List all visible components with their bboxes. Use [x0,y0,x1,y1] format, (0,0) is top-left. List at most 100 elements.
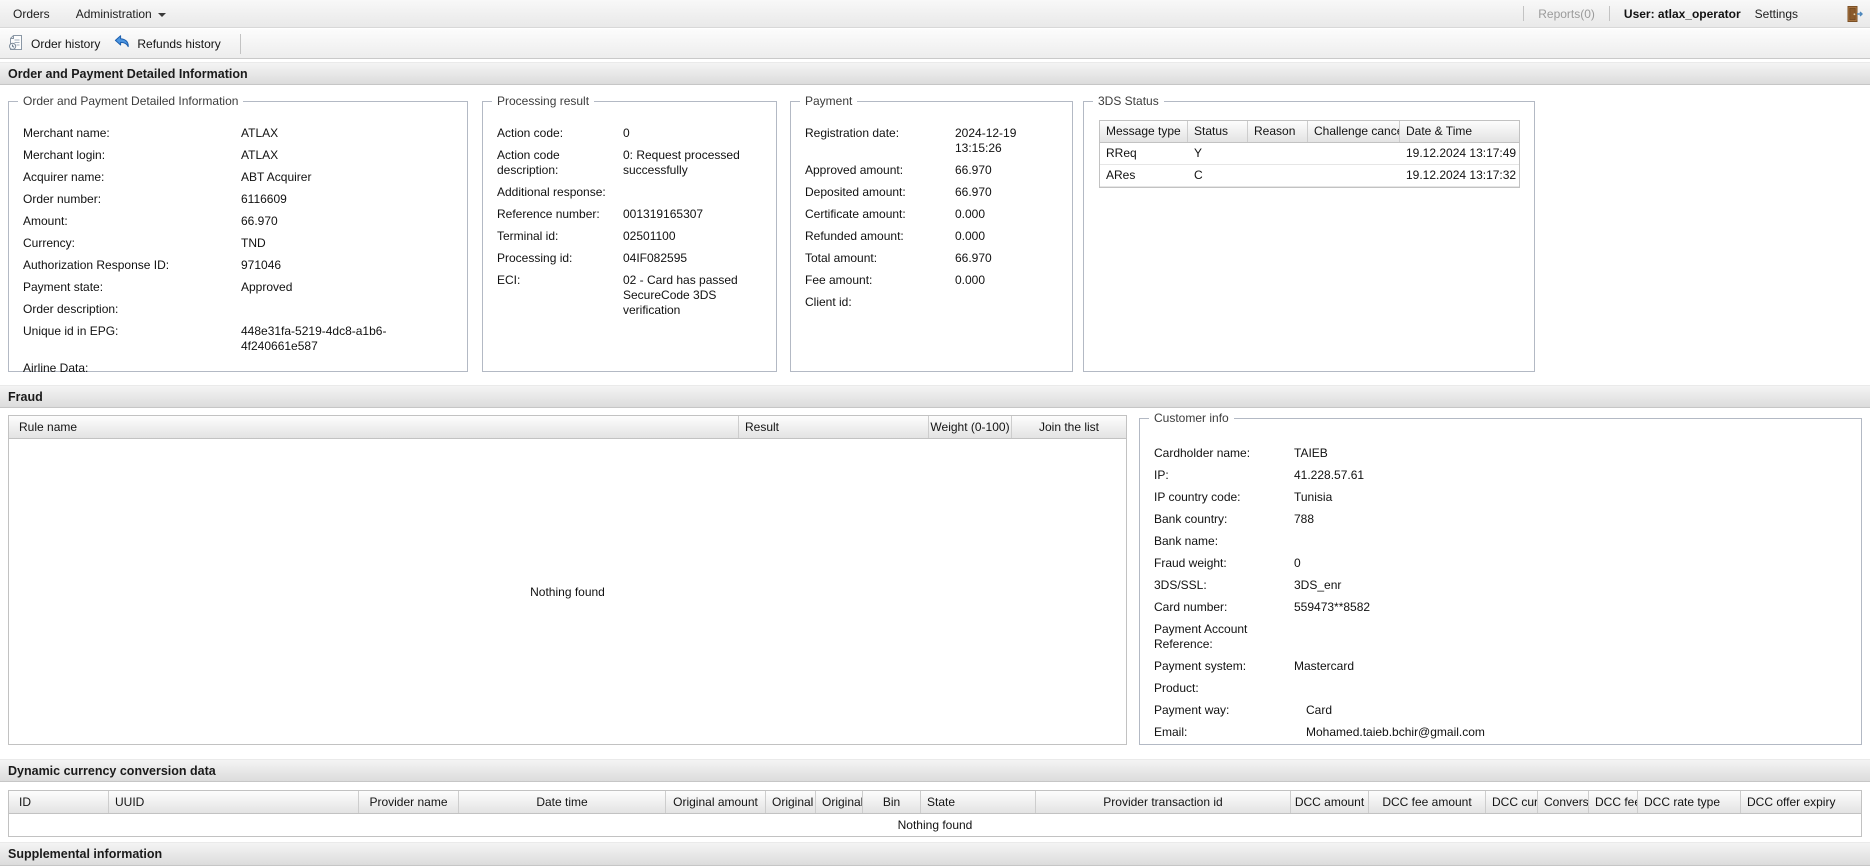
column-header: DCC fee amount [1369,791,1486,813]
field-value: 0 [1294,556,1301,570]
field-value: 66.970 [955,163,992,177]
field-row: Fee amount: 0.000 [791,273,1072,288]
field-value: 66.970 [955,185,992,199]
column-header: Date time [459,791,666,813]
column-header: DCC offer expiry [1747,795,1836,809]
chevron-down-icon [157,12,166,17]
field-label: Fee amount: [805,273,873,287]
field-row: Merchant name: ATLAX [9,126,467,141]
order-history-label: Order history [31,36,101,51]
column-header: Message type [1100,121,1188,142]
field-row: Payment state: Approved [9,280,467,295]
field-row: Email: Mohamed.taieb.bchir@gmail.com [1140,725,1861,740]
field-value: 02 - Card has passed SecureCode 3DS veri… [623,273,738,317]
field-row: Order description: [9,302,467,317]
field-value: ATLAX [241,148,279,162]
field-value: 788 [1294,512,1315,526]
refunds-history-label: Refunds history [137,36,221,51]
field-label: Authorization Response ID: [23,258,170,272]
field-label: Merchant login: [23,148,106,162]
column-header: UUID [109,791,359,813]
customer-info-fieldset: Customer info Cardholder name: TAIEB IP:… [1139,411,1862,745]
separator [1608,6,1610,21]
field-value: 02501100 [623,229,676,243]
field-row: IP country code: Tunisia [1140,490,1861,505]
field-label: Cardholder name: [1154,446,1251,460]
field-row: Fraud weight: 0 [1140,556,1861,571]
field-label: Unique id in EPG: [23,324,119,338]
field-value: 2024-12-19 13:15:26 [955,126,1017,155]
settings-link[interactable]: Settings [1755,7,1798,21]
logout-door-icon[interactable] [1846,5,1864,23]
dcc-table-header: ID UUID Provider name Date time Original… [9,791,1861,814]
cell-date-time: 19.12.2024 13:17:49 [1406,146,1517,160]
field-row: ECI: 02 - Card has passed SecureCode 3DS… [483,273,776,318]
field-label: Order number: [23,192,102,206]
field-row: Airline Data: [9,361,467,376]
menu-bar: Orders Administration Reports(0) User: a… [0,0,1870,28]
menu-bar-right: Reports(0) User: atlax_operator Settings [1523,0,1870,27]
field-row: Card number: 559473**8582 [1140,600,1861,615]
column-header: Original c [816,791,863,813]
fieldset-legend: Order and Payment Detailed Information [18,94,244,109]
field-label: Merchant name: [23,126,110,140]
order-history-button[interactable]: Order history [4,31,109,57]
field-value: 0.000 [955,273,986,287]
reports-link[interactable]: Reports(0) [1538,7,1595,21]
field-value: Tunisia [1294,490,1333,504]
field-label: IP country code: [1154,490,1241,504]
field-value: 0.000 [955,229,986,243]
field-value: 001319165307 [623,207,704,221]
field-row: IP: 41.228.57.61 [1140,468,1861,483]
field-label: Currency: [23,236,76,250]
column-header: Date & Time [1406,124,1473,138]
column-header: DCC fee [1589,791,1638,813]
field-label: Payment Account Reference: [1154,622,1248,651]
column-header: ID [9,791,109,813]
dcc-table: ID UUID Provider name Date time Original… [8,790,1862,837]
field-label: Action code: [497,126,564,140]
field-row: Order number: 6116609 [9,192,467,207]
field-label: Payment way: [1154,703,1230,717]
column-header: DCC rate type [1638,791,1741,813]
order-history-icon [8,34,25,54]
cell-status: C [1194,168,1203,182]
fieldset-legend: Customer info [1149,411,1234,426]
column-header: State [921,791,1036,813]
field-value: 66.970 [241,214,278,228]
menu-orders[interactable]: Orders [0,0,63,27]
field-label: Acquirer name: [23,170,105,184]
field-label: Email: [1154,725,1188,739]
three-ds-table-header: Message type Status Reason Challenge can… [1100,121,1519,143]
field-row: Product: [1140,681,1861,696]
field-row: Total amount: 66.970 [791,251,1072,266]
field-label: Card number: [1154,600,1228,614]
table-row: ARes C 19.12.2024 13:17:32 [1100,165,1519,187]
column-header: Conversi [1538,791,1589,813]
menu-administration[interactable]: Administration [63,0,179,27]
field-label: IP: [1154,468,1169,482]
section-header-dcc: Dynamic currency conversion data [0,759,1870,782]
field-row: Registration date: 2024-12-19 13:15:26 [791,126,1072,156]
cell-message-type: RReq [1106,146,1137,160]
refunds-history-button[interactable]: Refunds history [109,31,229,56]
field-row: Currency: TND [9,236,467,251]
field-row: Reference number: 001319165307 [483,207,776,222]
column-header: Challenge cancel [1308,121,1400,142]
field-row: Approved amount: 66.970 [791,163,1072,178]
fraud-empty-message: Nothing found [530,585,605,599]
field-row: Processing id: 04IF082595 [483,251,776,266]
field-label: Client id: [805,295,852,309]
three-ds-table: Message type Status Reason Challenge can… [1099,120,1520,188]
field-row: Terminal id: 02501100 [483,229,776,244]
cell-reason [1248,143,1308,164]
field-value: 0 [623,126,630,140]
fraud-table: Rule name Result Weight (0-100) Join the… [8,415,1127,745]
field-value: Mastercard [1294,659,1355,673]
field-row: Acquirer name: ABT Acquirer [9,170,467,185]
section-title: Order and Payment Detailed Information [8,66,248,81]
column-header: Provider transaction id [1036,791,1291,813]
field-label: Certificate amount: [805,207,906,221]
order-info-rows: Merchant name: ATLAX Merchant login: ATL… [9,102,467,376]
field-label: Registration date: [805,126,900,140]
